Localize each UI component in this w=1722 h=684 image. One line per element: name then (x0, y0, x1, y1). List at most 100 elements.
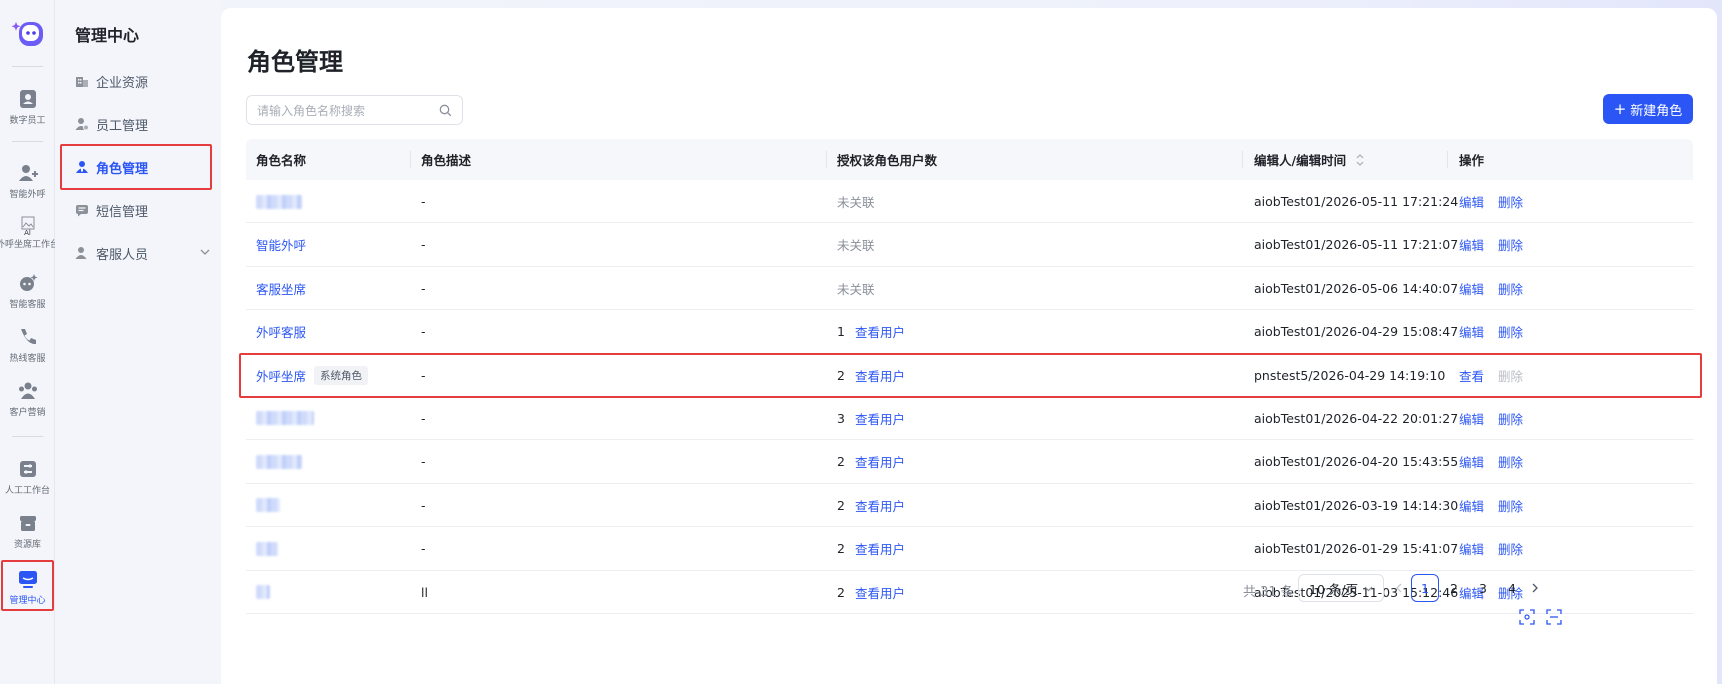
edit-button[interactable]: 编辑 (1459, 539, 1484, 558)
rail-item-label: 客户营销 (9, 408, 46, 418)
delete-button[interactable]: 删除 (1498, 322, 1523, 341)
table-row: 外呼客服 - 1 查看用户 aiobTest01/2026-04-29 15:08:47… (246, 310, 1693, 354)
role-name-cell (256, 484, 280, 527)
new-role-button-label: 新建角色 (1630, 103, 1683, 119)
edit-button[interactable]: 编辑 (1459, 235, 1484, 254)
rail-item-label: 资源库 (13, 540, 41, 550)
prev-page-icon[interactable] (1393, 581, 1405, 595)
role-description: - (421, 280, 426, 296)
subnav-title: 管理中心 (75, 26, 140, 45)
view-users-link[interactable]: 查看用户 (855, 496, 905, 515)
delete-button[interactable]: 删除 (1498, 235, 1523, 254)
building-icon (76, 77, 88, 87)
column-header-editor[interactable]: 编辑人/编辑时间 (1254, 139, 1365, 180)
edit-button[interactable]: 编辑 (1459, 409, 1484, 428)
role-name-cell (256, 180, 302, 223)
subnav-item-label: 客服人员 (96, 247, 149, 263)
page-button-4[interactable]: 4 (1498, 574, 1526, 602)
edit-button[interactable]: 编辑 (1459, 322, 1484, 341)
view-users-link[interactable]: 查看用户 (855, 539, 905, 558)
editor-time: aiobTest01/2026-05-11 17:21:07 (1254, 237, 1459, 253)
column-header-actions: 操作 (1459, 153, 1485, 168)
new-role-button[interactable]: + 新建角色 (1603, 94, 1693, 124)
pagination: 共 31 条 10 条/页 1 2 3 4 (221, 574, 1717, 604)
plus-icon: + (1613, 99, 1627, 118)
delete-button[interactable]: 删除 (1498, 192, 1523, 211)
delete-button[interactable]: 删除 (1498, 279, 1523, 298)
role-description: - (421, 410, 426, 426)
page-button-2[interactable]: 2 (1440, 574, 1468, 602)
app-logo-icon[interactable] (9, 16, 45, 50)
redacted-role-name[interactable] (256, 411, 314, 426)
search-icon[interactable] (439, 104, 452, 117)
edit-button[interactable]: 编辑 (1459, 279, 1484, 298)
rail-item-manual-workbench[interactable]: 人工工作台 (0, 458, 55, 496)
rail-item-smart-outbound[interactable]: 智能外呼 (0, 162, 55, 200)
rail-item-marketing[interactable]: 客户营销 (0, 380, 55, 418)
edit-button[interactable]: 编辑 (1459, 192, 1484, 211)
role-name-link[interactable]: 智能外呼 (256, 235, 306, 254)
page-button-3[interactable]: 3 (1469, 574, 1497, 602)
page-button-1[interactable]: 1 (1411, 574, 1439, 602)
chevron-down-icon (1364, 586, 1373, 592)
user-gear-icon (75, 118, 89, 131)
actions-cell: 编辑 删除 (1459, 310, 1523, 353)
page-size-select[interactable]: 10 条/页 (1298, 574, 1384, 602)
role-name-link[interactable]: 外呼客服 (256, 322, 306, 341)
delete-button[interactable]: 删除 (1498, 452, 1523, 471)
view-users-link[interactable]: 查看用户 (855, 452, 905, 471)
editor-time: aiobTest01/2026-03-19 14:14:30 (1254, 497, 1459, 513)
message-icon (76, 205, 88, 217)
role-description: - (421, 324, 426, 340)
rail-divider (12, 66, 43, 67)
rail-item-digital-staff[interactable]: 数字员工 (0, 88, 55, 126)
actions-cell: 编辑 删除 (1459, 440, 1523, 483)
actions-cell: 编辑 删除 (1459, 397, 1523, 440)
rail-item-smart-service[interactable]: 智能客服 (0, 272, 55, 310)
redacted-role-name[interactable] (256, 541, 278, 556)
page-size-value: 10 条/页 (1309, 581, 1359, 597)
rail-divider (12, 141, 43, 142)
rail-item-label: 数字员工 (9, 116, 46, 126)
digital-staff-icon (19, 90, 36, 108)
redacted-role-name[interactable] (256, 454, 302, 469)
table-row: - 3 查看用户 aiobTest01/2026-04-22 20:01:27 编辑 删除 (246, 397, 1693, 441)
subnav-item-enterprise-resources[interactable]: 企业资源 (75, 70, 215, 92)
column-header-name: 角色名称 (256, 153, 307, 168)
delete-button[interactable]: 删除 (1498, 539, 1523, 558)
subnav-item-staff-management[interactable]: 员工管理 (75, 113, 215, 135)
actions-cell: 编辑 删除 (1459, 223, 1523, 266)
actions-cell: 编辑 删除 (1459, 527, 1523, 570)
editor-time: aiobTest01/2026-05-06 14:40:07 (1254, 280, 1459, 296)
agent-icon (75, 247, 87, 259)
search-input[interactable] (257, 101, 432, 121)
rail-item-outbound-workbench[interactable]: Al 外呼坐席工作台 (0, 216, 59, 250)
edit-button[interactable]: 编辑 (1459, 452, 1484, 471)
view-users-link[interactable]: 查看用户 (855, 322, 905, 341)
rail-item-label: 人工工作台 (4, 486, 50, 496)
rail-item-resource-library[interactable]: 资源库 (0, 512, 55, 550)
role-name-cell (256, 527, 278, 570)
subnav-item-sms-management[interactable]: 短信管理 (75, 199, 215, 221)
redacted-role-name[interactable] (256, 194, 302, 209)
screenshot-icon[interactable] (1519, 609, 1535, 625)
rail-item-hotline[interactable]: 热线客服 (0, 326, 55, 364)
search-box[interactable] (246, 95, 463, 125)
authorized-users-cell: 1 查看用户 (837, 310, 905, 353)
subnav-item-service-staff[interactable]: 客服人员 (75, 242, 215, 264)
subnav-item-label: 短信管理 (96, 204, 149, 220)
user-add-icon (18, 165, 38, 181)
delete-button[interactable]: 删除 (1498, 409, 1523, 428)
next-page-icon[interactable] (1529, 581, 1541, 595)
sort-icon[interactable] (1355, 153, 1365, 167)
view-users-link[interactable]: 查看用户 (855, 409, 905, 428)
actions-cell: 编辑 删除 (1459, 484, 1523, 527)
edit-button[interactable]: 编辑 (1459, 496, 1484, 515)
redacted-role-name[interactable] (256, 498, 280, 513)
actions-cell: 编辑 删除 (1459, 180, 1523, 223)
user-count: 3 (837, 410, 845, 426)
delete-button[interactable]: 删除 (1498, 496, 1523, 515)
chevron-down-icon[interactable] (199, 246, 211, 258)
role-name-link[interactable]: 客服坐席 (256, 279, 306, 298)
scan-icon[interactable] (1546, 609, 1562, 625)
